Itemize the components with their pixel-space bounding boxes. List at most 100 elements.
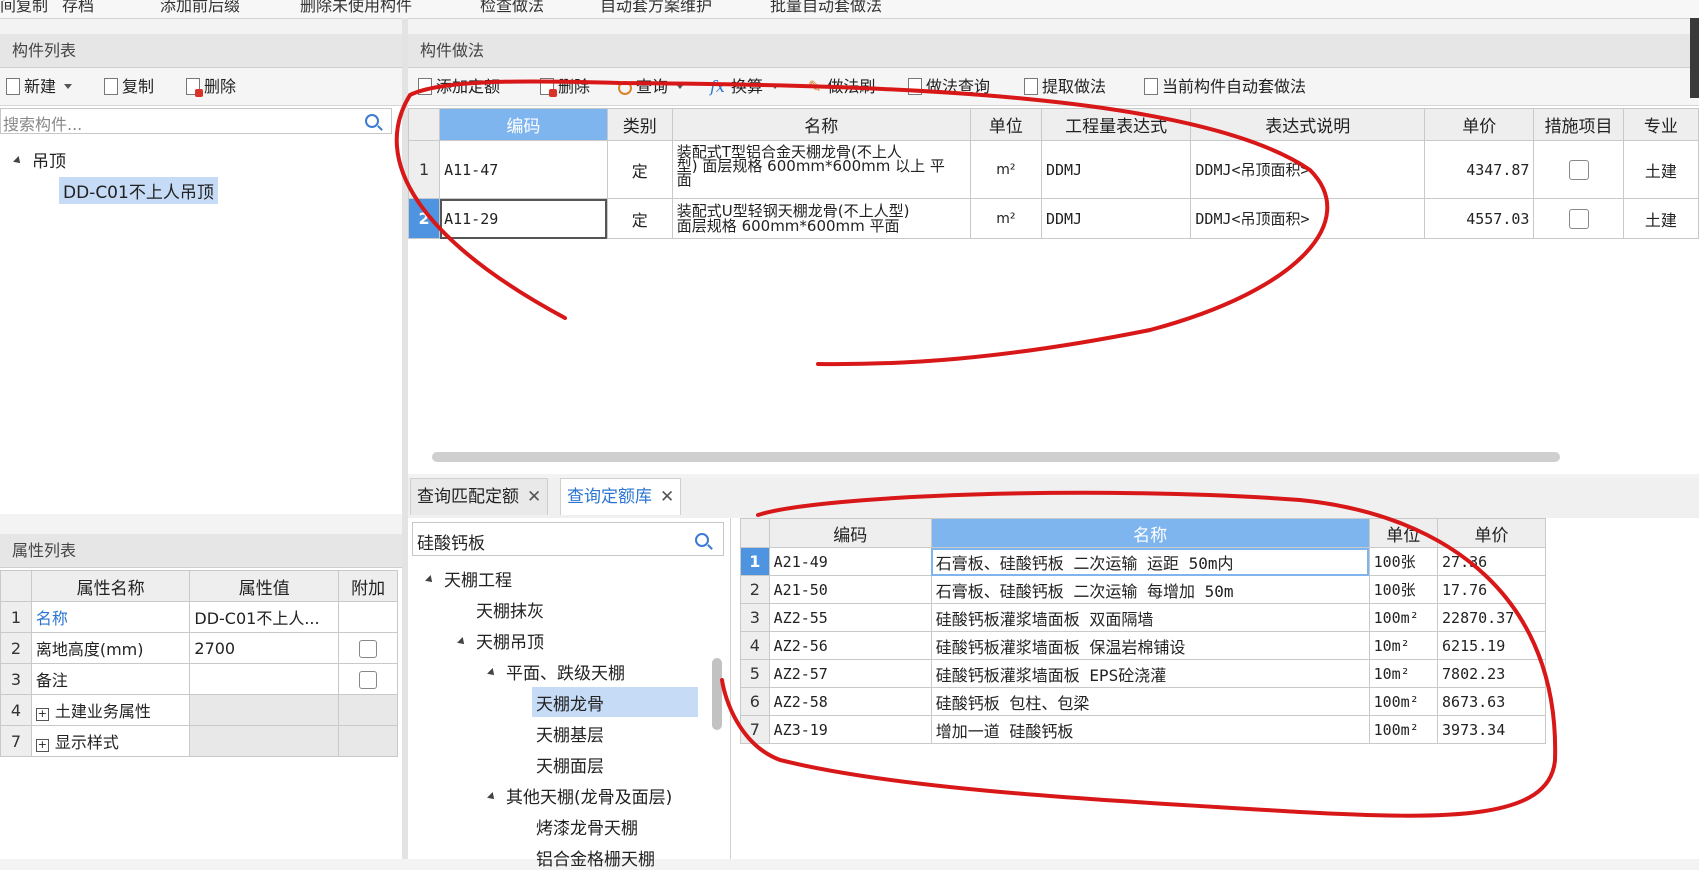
collapse-icon[interactable]: [457, 637, 467, 647]
collapse-icon[interactable]: [425, 575, 435, 585]
table-row[interactable]: 4 + 土建业务属性: [0, 694, 398, 726]
column-header[interactable]: 单价: [1437, 518, 1546, 548]
collapse-icon[interactable]: [487, 792, 497, 802]
horizontal-scrollbar[interactable]: [432, 452, 1560, 462]
tab-quota-library[interactable]: 查询定额库 ✕: [560, 478, 682, 515]
close-icon[interactable]: ✕: [660, 487, 674, 507]
property-value[interactable]: 2700: [189, 632, 340, 664]
auto-apply-button[interactable]: 当前构件自动套做法: [1144, 68, 1306, 106]
toolbar-item[interactable]: 间复制: [0, 0, 48, 16]
quota-code: A21-50: [768, 575, 932, 604]
toolbar-item[interactable]: 删除未使用构件: [300, 0, 412, 16]
tab-match-quota[interactable]: 查询匹配定额 ✕: [410, 478, 549, 515]
expand-icon[interactable]: +: [35, 708, 49, 721]
tree-node[interactable]: 天棚工程: [425, 566, 512, 591]
column-header[interactable]: 名称: [671, 108, 971, 141]
collapse-icon[interactable]: [487, 668, 497, 678]
column-header[interactable]: 工程量表达式: [1040, 108, 1192, 141]
table-row[interactable]: 1 A21-49 石膏板、硅酸钙板 二次运输 运距 50m内 100张 27.3…: [740, 547, 1546, 576]
component-search-input[interactable]: 搜索构件...: [0, 108, 392, 134]
extra-checkbox[interactable]: [359, 639, 378, 658]
quota-name: 石膏板、硅酸钙板 二次运输 运距 50m内: [930, 547, 1370, 576]
query-doc-icon: [908, 78, 922, 95]
column-header[interactable]: 单价: [1424, 108, 1535, 141]
column-header[interactable]: 单位: [969, 108, 1042, 141]
table-row[interactable]: 6 AZ2-58 硅酸钙板 包柱、包梁 100m² 8673.63: [740, 687, 1546, 716]
column-header[interactable]: 编码: [768, 518, 932, 548]
delete-method-button[interactable]: 删除: [540, 68, 590, 106]
column-header[interactable]: 类别: [606, 108, 673, 141]
property-group[interactable]: + 土建业务属性: [30, 694, 191, 726]
copy-button[interactable]: 复制: [104, 68, 154, 106]
quota-code: AZ2-56: [768, 631, 932, 660]
property-list-title: 属性列表: [0, 534, 402, 568]
property-group[interactable]: + 显示样式: [30, 725, 191, 757]
add-quota-button[interactable]: 添加定额: [418, 68, 500, 106]
tree-node[interactable]: 其他天棚(龙骨及面层): [487, 783, 672, 808]
quantity-expression[interactable]: DDMJ: [1040, 198, 1192, 239]
table-row[interactable]: 3 AZ2-55 硅酸钙板灌浆墙面板 双面隔墙 100m² 22870.37: [740, 603, 1546, 632]
tree-node-selected[interactable]: 天棚龙骨: [536, 690, 604, 715]
measure-checkbox[interactable]: [1568, 208, 1589, 229]
library-tree-panel: 硅酸钙板 天棚工程 天棚抹灰 天棚吊顶 平面、跌级天棚 天棚龙骨 天棚基层 天棚…: [408, 518, 731, 870]
convert-button[interactable]: fx 换算: [710, 68, 779, 106]
table-row[interactable]: 2 离地高度(mm) 2700: [0, 632, 398, 664]
toolbar-item[interactable]: 添加前后缀: [160, 0, 240, 16]
table-row[interactable]: 5 AZ2-57 硅酸钙板灌浆墙面板 EPS砼浇灌 10m² 7802.23: [740, 659, 1546, 688]
delete-button[interactable]: 删除: [186, 68, 236, 106]
measure-checkbox[interactable]: [1568, 159, 1589, 180]
table-row[interactable]: 3 备注: [0, 663, 398, 695]
vertical-scrollbar[interactable]: [712, 658, 722, 730]
extract-method-button[interactable]: 提取做法: [1024, 68, 1106, 106]
library-search-input[interactable]: 硅酸钙板: [412, 522, 724, 556]
tree-node[interactable]: 平面、跌级天棚: [487, 659, 625, 684]
table-row[interactable]: 1 名称 DD-C01不上人...: [0, 601, 398, 633]
table-row[interactable]: 1 A11-47 定 装配式T型铝合金天棚龙骨(不上人 型) 面层规格 600mm…: [407, 140, 1699, 199]
tree-node[interactable]: 天棚吊顶: [457, 628, 544, 653]
new-button[interactable]: 新建: [6, 68, 73, 106]
toolbar-item[interactable]: 批量自动套做法: [770, 0, 882, 16]
collapse-icon[interactable]: [13, 156, 23, 166]
table-row[interactable]: 4 AZ2-56 硅酸钙板灌浆墙面板 保温岩棉铺设 10m² 6215.19: [740, 631, 1546, 660]
tree-node[interactable]: 烤漆龙骨天棚: [536, 814, 638, 839]
column-header[interactable]: 表达式说明: [1190, 108, 1426, 141]
tree-node[interactable]: 天棚抹灰: [476, 597, 544, 622]
method-code[interactable]: A11-29: [439, 198, 608, 239]
quota-price: 7802.23: [1437, 659, 1546, 688]
query-button[interactable]: 查询: [618, 68, 685, 106]
method-brush-button[interactable]: ✎ 做法刷: [808, 68, 875, 106]
column-header[interactable]: 专业: [1622, 108, 1699, 141]
search-icon[interactable]: [695, 533, 709, 547]
tree-node-ceiling[interactable]: 吊顶: [13, 147, 66, 172]
table-row[interactable]: 2 A21-50 石膏板、硅酸钙板 二次运输 每增加 50m 100张 17.7…: [740, 575, 1546, 604]
tree-node[interactable]: 铝合金格栅天棚: [536, 845, 655, 870]
chevron-down-icon[interactable]: [676, 84, 685, 89]
column-header[interactable]: 属性值: [189, 570, 340, 602]
column-header[interactable]: 属性名称: [30, 570, 191, 602]
table-row[interactable]: 2 A11-29 定 装配式U型轻钢天棚龙骨(不上人型) 面层规格 600mm*6…: [407, 198, 1699, 239]
method-code[interactable]: A11-47: [439, 140, 608, 199]
table-row[interactable]: 7 + 显示样式: [0, 725, 398, 757]
toolbar-item[interactable]: 检查做法: [480, 0, 544, 16]
chevron-down-icon[interactable]: [770, 84, 779, 89]
column-header[interactable]: 附加: [338, 570, 398, 602]
expand-icon[interactable]: +: [35, 739, 49, 752]
search-icon[interactable]: [365, 114, 379, 128]
tree-node-component[interactable]: DD-C01不上人吊顶: [59, 177, 218, 204]
column-header[interactable]: 编码: [439, 108, 608, 141]
property-value[interactable]: [189, 663, 340, 695]
column-header[interactable]: 措施项目: [1533, 108, 1624, 141]
column-header[interactable]: 名称: [930, 518, 1370, 548]
toolbar-item[interactable]: 自动套方案维护: [600, 0, 712, 16]
tree-node[interactable]: 天棚基层: [536, 721, 604, 746]
chevron-down-icon[interactable]: [64, 84, 73, 89]
extra-checkbox[interactable]: [359, 670, 378, 689]
quantity-expression[interactable]: DDMJ: [1040, 140, 1192, 199]
column-header[interactable]: 单位: [1368, 518, 1439, 548]
close-icon[interactable]: ✕: [527, 487, 541, 507]
tree-node[interactable]: 天棚面层: [536, 752, 604, 777]
toolbar-item[interactable]: 存档: [62, 0, 94, 16]
method-query-button[interactable]: 做法查询: [908, 68, 990, 106]
table-row[interactable]: 7 AZ3-19 增加一道 硅酸钙板 100m² 3973.34: [740, 715, 1546, 744]
property-value[interactable]: DD-C01不上人...: [189, 601, 340, 633]
